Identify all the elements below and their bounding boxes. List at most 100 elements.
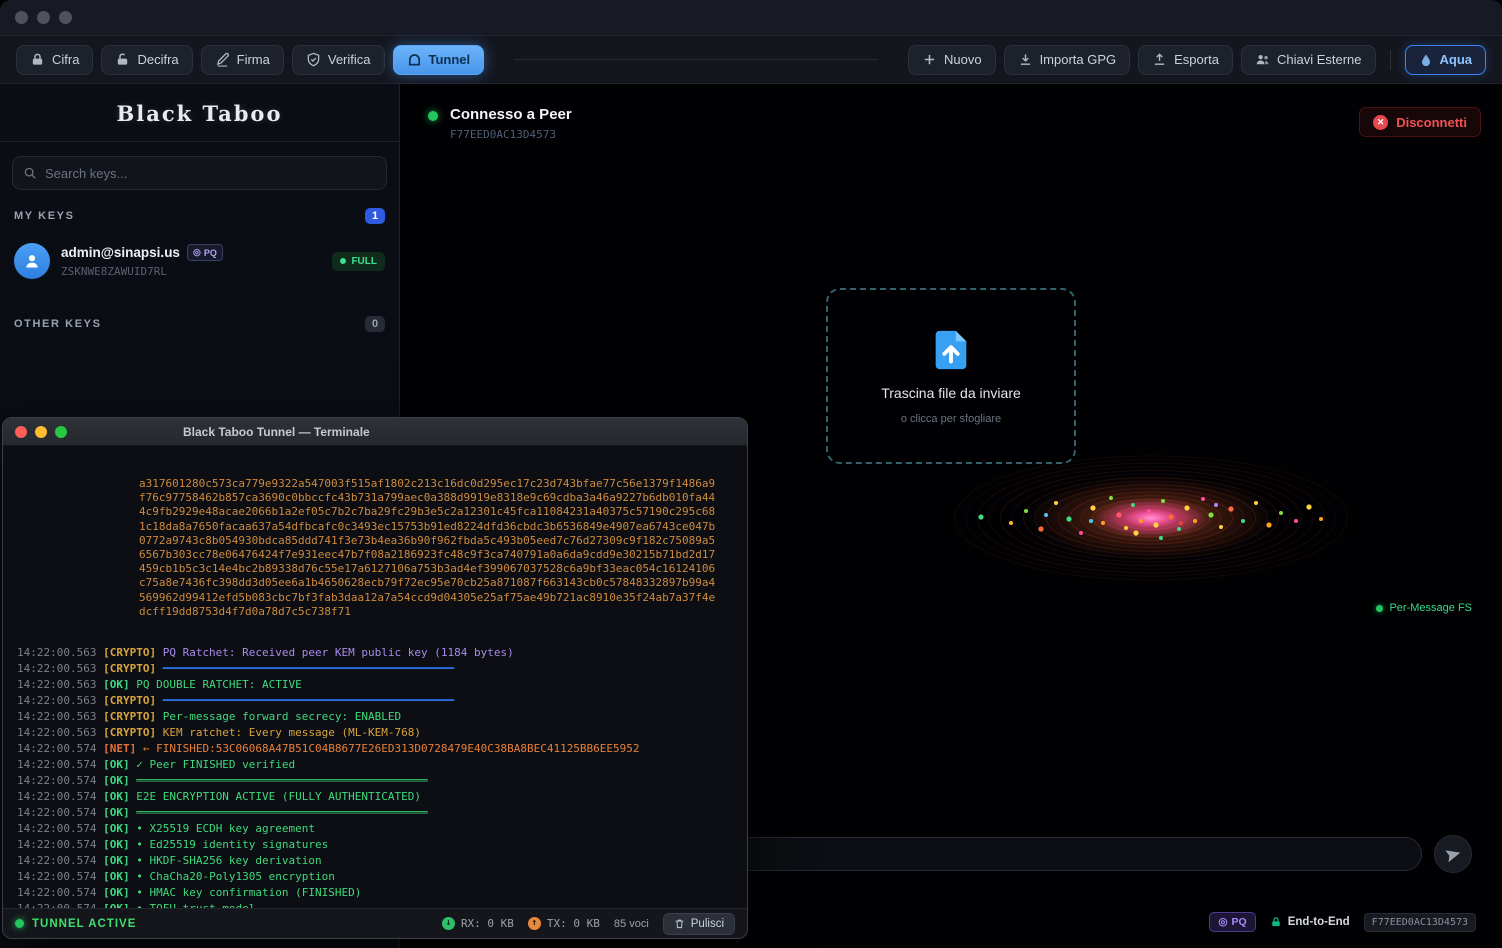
- clear-log-button[interactable]: Pulisci: [663, 913, 735, 935]
- new-key-button[interactable]: Nuovo: [908, 45, 996, 75]
- person-icon: [23, 252, 41, 270]
- plus-icon: [922, 52, 937, 67]
- dropzone-title: Trascina file da inviare: [881, 385, 1021, 401]
- theme-aqua-button[interactable]: Aqua: [1405, 45, 1487, 75]
- tunnel-tab-button[interactable]: Tunnel: [393, 45, 485, 75]
- terminal-line: c75a8e7436fc398dd3d05ee6a1b4650628ecb79f…: [17, 576, 747, 590]
- pq-badge: ◎PQ: [187, 244, 223, 261]
- terminal-line: 14:22:00.563 [CRYPTO] ━━━━━━━━━━━━━━━━━━…: [17, 661, 747, 677]
- terminal-line: 14:22:00.563 [CRYPTO] PQ Ratchet: Receiv…: [17, 645, 747, 661]
- trust-badge: FULL: [332, 252, 385, 271]
- import-gpg-button[interactable]: Importa GPG: [1004, 45, 1131, 75]
- terminal-line: 14:22:00.574 [OK] • TOFU trust model: [17, 901, 747, 908]
- users-icon: [1255, 52, 1270, 67]
- active-dot-icon: [15, 919, 24, 928]
- window-minimize-button[interactable]: [37, 11, 50, 24]
- dropzone-subtitle: o clicca per sfogliare: [901, 413, 1001, 425]
- my-keys-label: MY KEYS: [14, 210, 75, 222]
- terminal-close-button[interactable]: [15, 426, 27, 438]
- peer-id: F77EED0AC13D4573: [450, 128, 572, 141]
- terminal-zoom-button[interactable]: [55, 426, 67, 438]
- key-info: admin@sinapsi.us ◎PQ ZSKNWE8ZAWUID7RL: [61, 244, 321, 278]
- key-name: admin@sinapsi.us: [61, 245, 180, 260]
- connected-dot-icon: [428, 111, 438, 121]
- terminal-title: Black Taboo Tunnel — Terminale: [183, 425, 370, 439]
- log-lines: 14:22:00.563 [CRYPTO] PQ Ratchet: Receiv…: [17, 645, 747, 908]
- pq-status-badge: ◎PQ: [1209, 912, 1255, 932]
- tunnel-label: Tunnel: [429, 52, 471, 67]
- search-input[interactable]: [45, 166, 376, 181]
- hex-dump: a317601280c573ca779e9322a547003f515af180…: [17, 477, 747, 619]
- per-message-fs-indicator: Per-Message FS: [1376, 602, 1472, 614]
- verify-button[interactable]: Verifica: [292, 45, 385, 75]
- export-button[interactable]: Esporta: [1138, 45, 1233, 75]
- rx-metric: ↓RX: 0 KB: [442, 917, 514, 930]
- terminal-line: f76c97758462b857ca3690c0bbccfc43b731a799…: [17, 491, 747, 505]
- signature-icon: [215, 52, 230, 67]
- terminal-line: 14:22:00.574 [OK] • Ed25519 identity sig…: [17, 837, 747, 853]
- decrypt-button[interactable]: Decifra: [101, 45, 192, 75]
- external-keys-label: Chiavi Esterne: [1277, 52, 1362, 67]
- terminal-line: 14:22:00.574 [OK] ══════════════════════…: [17, 773, 747, 789]
- my-keys-count-badge: 1: [365, 208, 385, 224]
- tx-metric: ↑TX: 0 KB: [528, 917, 600, 930]
- terminal-line: 14:22:00.563 [CRYPTO] Per-message forwar…: [17, 709, 747, 725]
- key-list-item[interactable]: admin@sinapsi.us ◎PQ ZSKNWE8ZAWUID7RL FU…: [0, 232, 399, 290]
- external-keys-button[interactable]: Chiavi Esterne: [1241, 45, 1376, 75]
- terminal-titlebar[interactable]: Black Taboo Tunnel — Terminale: [3, 418, 747, 446]
- send-button[interactable]: [1434, 835, 1472, 873]
- toolbar-divider-line: [514, 59, 878, 60]
- pq-ring-icon: ◎: [1218, 916, 1227, 928]
- peer-status-label: Connesso a Peer: [450, 106, 572, 123]
- terminal-line: 14:22:00.563 [CRYPTO] KEM ratchet: Every…: [17, 725, 747, 741]
- terminal-window[interactable]: Black Taboo Tunnel — Terminale a31760128…: [2, 417, 748, 939]
- pq-ring-icon: ◎: [193, 247, 201, 258]
- search-icon: [23, 166, 37, 180]
- import-gpg-label: Importa GPG: [1040, 52, 1117, 67]
- terminal-line: a317601280c573ca779e9322a547003f515af180…: [17, 477, 747, 491]
- search-box[interactable]: [12, 156, 387, 190]
- terminal-minimize-button[interactable]: [35, 426, 47, 438]
- toolbar-separator: [1390, 50, 1391, 70]
- other-keys-count-badge: 0: [365, 316, 385, 332]
- tunnel-active-indicator: TUNNEL ACTIVE: [15, 918, 136, 930]
- window-zoom-button[interactable]: [59, 11, 72, 24]
- terminal-output[interactable]: a317601280c573ca779e9322a547003f515af180…: [3, 446, 747, 908]
- trust-dot-icon: [340, 258, 346, 264]
- terminal-footer: TUNNEL ACTIVE ↓RX: 0 KB ↑TX: 0 KB 85 voc…: [3, 908, 747, 938]
- encrypt-button[interactable]: Cifra: [16, 45, 93, 75]
- my-keys-section-header: MY KEYS 1: [0, 208, 399, 224]
- peer-status: Connesso a Peer F77EED0AC13D4573: [428, 106, 572, 141]
- window-close-button[interactable]: [15, 11, 28, 24]
- import-icon: [1018, 52, 1033, 67]
- avatar: [14, 243, 50, 279]
- entry-count: 85 voci: [614, 918, 649, 930]
- sign-button[interactable]: Firma: [201, 45, 284, 75]
- upload-arrow-icon: ↑: [528, 917, 541, 930]
- terminal-line: 459cb1b5c3c14e4bc2b89338d76c55e17a612710…: [17, 562, 747, 576]
- key-fingerprint: ZSKNWE8ZAWUID7RL: [61, 265, 321, 278]
- terminal-line: 14:22:00.563 [CRYPTO] ━━━━━━━━━━━━━━━━━━…: [17, 693, 747, 709]
- file-dropzone[interactable]: Trascina file da inviare o clicca per sf…: [826, 288, 1076, 464]
- theme-aqua-label: Aqua: [1440, 52, 1473, 67]
- lock-icon: [30, 52, 45, 67]
- terminal-line: 6567b303cc78e06476424f7e931eec47b7f08a21…: [17, 548, 747, 562]
- app-title: Black Taboo: [0, 84, 399, 142]
- terminal-line: 14:22:00.574 [OK] ══════════════════════…: [17, 805, 747, 821]
- disconnect-label: Disconnetti: [1396, 115, 1467, 130]
- export-icon: [1152, 52, 1167, 67]
- droplet-icon: [1419, 53, 1433, 67]
- terminal-line: 14:22:00.574 [OK] • HKDF-SHA256 key deri…: [17, 853, 747, 869]
- terminal-line: 14:22:00.574 [OK] ✓ Peer FINISHED verifi…: [17, 757, 747, 773]
- terminal-line: 4c9fb2929e48acae2066b1a2ef05c7b2c7ba29fc…: [17, 505, 747, 519]
- terminal-line: 14:22:00.563 [OK] PQ DOUBLE RATCHET: ACT…: [17, 677, 747, 693]
- terminal-line: 14:22:00.574 [NET] ← FINISHED:53C06068A4…: [17, 741, 747, 757]
- encrypt-label: Cifra: [52, 52, 79, 67]
- terminal-line: 14:22:00.574 [OK] E2E ENCRYPTION ACTIVE …: [17, 789, 747, 805]
- peer-id-badge: F77EED0AC13D4573: [1364, 913, 1476, 932]
- status-bar: ◎PQ End-to-End F77EED0AC13D4573: [1209, 912, 1476, 932]
- lock-icon: [1270, 916, 1282, 928]
- download-arrow-icon: ↓: [442, 917, 455, 930]
- disconnect-button[interactable]: ✕ Disconnetti: [1359, 107, 1481, 137]
- decrypt-label: Decifra: [137, 52, 178, 67]
